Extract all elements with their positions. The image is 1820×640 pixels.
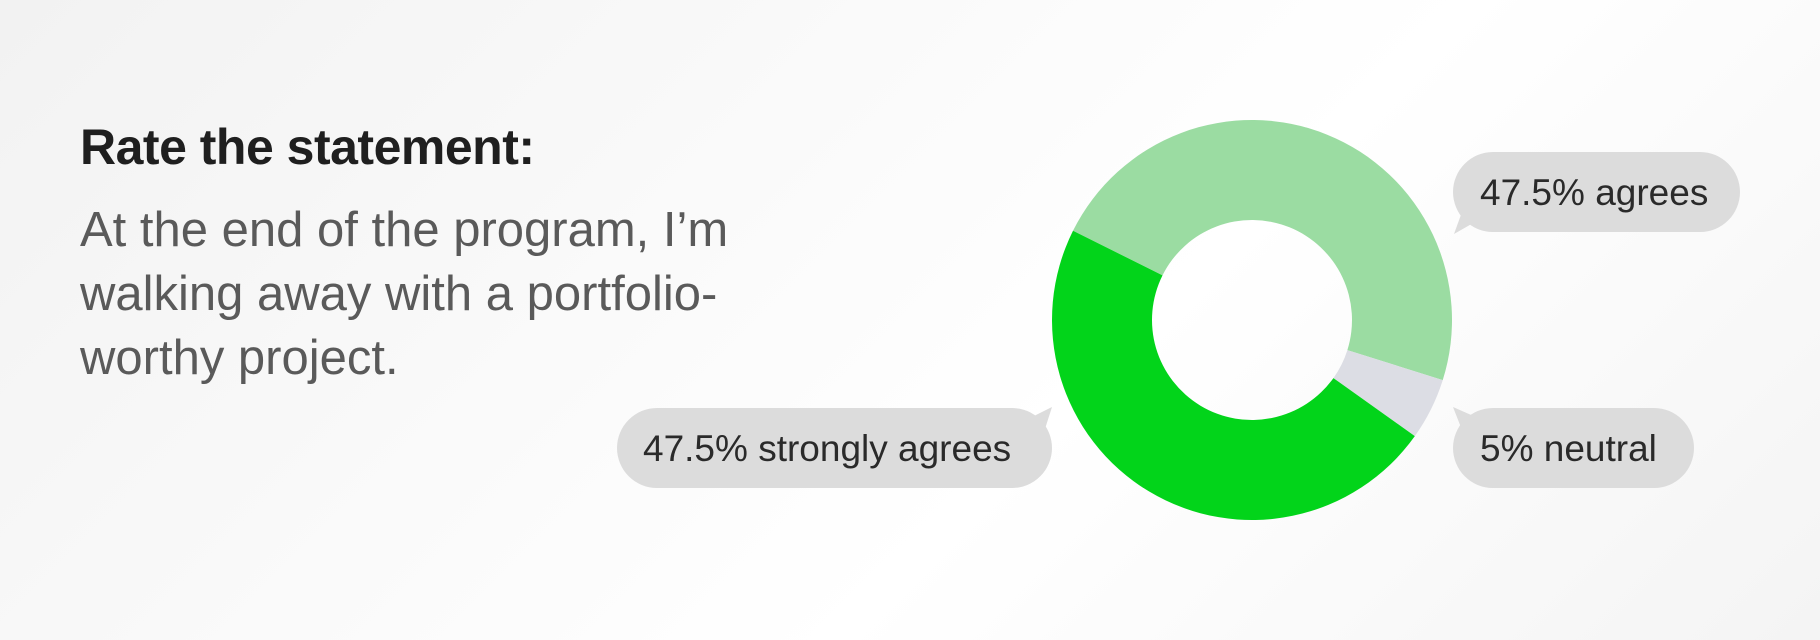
callout-agrees: 47.5% agrees xyxy=(1453,152,1740,234)
callout-strongly-agrees: 47.5% strongly agrees xyxy=(617,407,1052,488)
callout-neutral: 5% neutral xyxy=(1453,407,1694,488)
donut-slices xyxy=(1052,119,1452,520)
callout-strongly-agrees-label: 47.5% strongly agrees xyxy=(643,428,1011,469)
donut-chart: 47.5% agrees 5% neutral 47.5% strongly a… xyxy=(617,119,1740,520)
callout-agrees-label: 47.5% agrees xyxy=(1480,172,1708,213)
callout-neutral-label: 5% neutral xyxy=(1480,428,1657,469)
